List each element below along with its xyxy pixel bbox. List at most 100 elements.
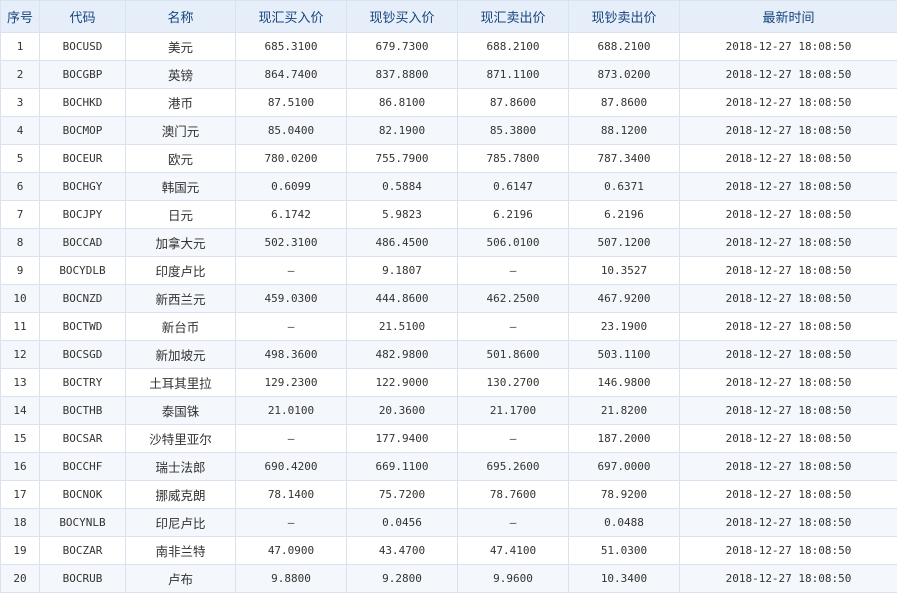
cell-spot-buy: 47.0900 xyxy=(236,537,347,565)
cell-code: BOCZAR xyxy=(40,537,126,565)
table-row[interactable]: 7BOCJPY日元6.17425.98236.21966.21962018-12… xyxy=(1,201,897,229)
cell-time: 2018-12-27 18:08:50 xyxy=(680,117,897,145)
table-row[interactable]: 17BOCNOK挪威克朗78.140075.720078.760078.9200… xyxy=(1,481,897,509)
cell-spot-sell: 871.1100 xyxy=(458,61,569,89)
cell-spot-buy: 9.8800 xyxy=(236,565,347,593)
table-row[interactable]: 18BOCYNLB印尼卢比–0.0456–0.04882018-12-27 18… xyxy=(1,509,897,537)
cell-name: 印度卢比 xyxy=(126,257,236,285)
cell-cash-buy: 9.1807 xyxy=(347,257,458,285)
table-row[interactable]: 5BOCEUR欧元780.0200755.7900785.7800787.340… xyxy=(1,145,897,173)
cell-code: BOCJPY xyxy=(40,201,126,229)
table-row[interactable]: 9BOCYDLB印度卢比–9.1807–10.35272018-12-27 18… xyxy=(1,257,897,285)
col-header-cash-buy[interactable]: 现钞买入价 xyxy=(347,1,458,33)
table-row[interactable]: 14BOCTHB泰国铢21.010020.360021.170021.82002… xyxy=(1,397,897,425)
cell-cash-sell: 0.6371 xyxy=(569,173,680,201)
cell-name: 土耳其里拉 xyxy=(126,369,236,397)
cell-no: 16 xyxy=(1,453,40,481)
cell-time: 2018-12-27 18:08:50 xyxy=(680,173,897,201)
cell-code: BOCTRY xyxy=(40,369,126,397)
table-row[interactable]: 3BOCHKD港币87.510086.810087.860087.8600201… xyxy=(1,89,897,117)
table-row[interactable]: 11BOCTWD新台币–21.5100–23.19002018-12-27 18… xyxy=(1,313,897,341)
cell-cash-sell: 503.1100 xyxy=(569,341,680,369)
cell-time: 2018-12-27 18:08:50 xyxy=(680,61,897,89)
cell-cash-sell: 10.3527 xyxy=(569,257,680,285)
cell-code: BOCCAD xyxy=(40,229,126,257)
cell-name: 瑞士法郎 xyxy=(126,453,236,481)
cell-no: 13 xyxy=(1,369,40,397)
cell-no: 8 xyxy=(1,229,40,257)
table-row[interactable]: 12BOCSGD新加坡元498.3600482.9800501.8600503.… xyxy=(1,341,897,369)
cell-time: 2018-12-27 18:08:50 xyxy=(680,509,897,537)
table-row[interactable]: 20BOCRUB卢布9.88009.28009.960010.34002018-… xyxy=(1,565,897,593)
cell-cash-buy: 43.4700 xyxy=(347,537,458,565)
cell-spot-sell: 130.2700 xyxy=(458,369,569,397)
table-row[interactable]: 6BOCHGY韩国元0.60990.58840.61470.63712018-1… xyxy=(1,173,897,201)
cell-spot-sell: 695.2600 xyxy=(458,453,569,481)
col-header-cash-sell[interactable]: 现钞卖出价 xyxy=(569,1,680,33)
cell-time: 2018-12-27 18:08:50 xyxy=(680,397,897,425)
cell-name: 日元 xyxy=(126,201,236,229)
cell-code: BOCEUR xyxy=(40,145,126,173)
col-header-no[interactable]: 序号 xyxy=(1,1,40,33)
cell-no: 2 xyxy=(1,61,40,89)
cell-spot-sell: 506.0100 xyxy=(458,229,569,257)
col-header-name[interactable]: 名称 xyxy=(126,1,236,33)
table-row[interactable]: 8BOCCAD加拿大元502.3100486.4500506.0100507.1… xyxy=(1,229,897,257)
cell-name: 新加坡元 xyxy=(126,341,236,369)
cell-spot-buy: 502.3100 xyxy=(236,229,347,257)
col-header-time[interactable]: 最新时间 xyxy=(680,1,897,33)
cell-cash-buy: 20.3600 xyxy=(347,397,458,425)
cell-code: BOCYNLB xyxy=(40,509,126,537)
table-row[interactable]: 4BOCMOP澳门元85.040082.190085.380088.120020… xyxy=(1,117,897,145)
cell-cash-sell: 688.2100 xyxy=(569,33,680,61)
table-row[interactable]: 16BOCCHF瑞士法郎690.4200669.1100695.2600697.… xyxy=(1,453,897,481)
cell-spot-sell: – xyxy=(458,509,569,537)
cell-name: 英镑 xyxy=(126,61,236,89)
col-header-spot-buy[interactable]: 现汇买入价 xyxy=(236,1,347,33)
cell-name: 南非兰特 xyxy=(126,537,236,565)
cell-name: 美元 xyxy=(126,33,236,61)
table-body: 1BOCUSD美元685.3100679.7300688.2100688.210… xyxy=(1,33,897,593)
table-row[interactable]: 2BOCGBP英镑864.7400837.8800871.1100873.020… xyxy=(1,61,897,89)
cell-cash-buy: 122.9000 xyxy=(347,369,458,397)
cell-cash-sell: 87.8600 xyxy=(569,89,680,117)
cell-code: BOCCHF xyxy=(40,453,126,481)
cell-no: 5 xyxy=(1,145,40,173)
cell-no: 11 xyxy=(1,313,40,341)
cell-cash-sell: 873.0200 xyxy=(569,61,680,89)
cell-cash-sell: 21.8200 xyxy=(569,397,680,425)
cell-spot-buy: 498.3600 xyxy=(236,341,347,369)
cell-code: BOCSGD xyxy=(40,341,126,369)
cell-spot-sell: – xyxy=(458,425,569,453)
cell-no: 3 xyxy=(1,89,40,117)
col-header-spot-sell[interactable]: 现汇卖出价 xyxy=(458,1,569,33)
table-row[interactable]: 10BOCNZD新西兰元459.0300444.8600462.2500467.… xyxy=(1,285,897,313)
cell-cash-sell: 78.9200 xyxy=(569,481,680,509)
col-header-code[interactable]: 代码 xyxy=(40,1,126,33)
cell-spot-buy: 459.0300 xyxy=(236,285,347,313)
cell-spot-sell: 462.2500 xyxy=(458,285,569,313)
table-row[interactable]: 13BOCTRY土耳其里拉129.2300122.9000130.2700146… xyxy=(1,369,897,397)
table-row[interactable]: 19BOCZAR南非兰特47.090043.470047.410051.0300… xyxy=(1,537,897,565)
cell-name: 韩国元 xyxy=(126,173,236,201)
table-row[interactable]: 15BOCSAR沙特里亚尔–177.9400–187.20002018-12-2… xyxy=(1,425,897,453)
cell-no: 7 xyxy=(1,201,40,229)
cell-cash-sell: 787.3400 xyxy=(569,145,680,173)
cell-spot-sell: – xyxy=(458,313,569,341)
cell-code: BOCHGY xyxy=(40,173,126,201)
cell-cash-sell: 6.2196 xyxy=(569,201,680,229)
cell-no: 12 xyxy=(1,341,40,369)
cell-cash-buy: 679.7300 xyxy=(347,33,458,61)
table-header-row: 序号 代码 名称 现汇买入价 现钞买入价 现汇卖出价 现钞卖出价 最新时间 xyxy=(1,1,897,33)
cell-code: BOCGBP xyxy=(40,61,126,89)
cell-cash-sell: 23.1900 xyxy=(569,313,680,341)
cell-name: 欧元 xyxy=(126,145,236,173)
cell-spot-sell: 688.2100 xyxy=(458,33,569,61)
cell-code: BOCHKD xyxy=(40,89,126,117)
table-row[interactable]: 1BOCUSD美元685.3100679.7300688.2100688.210… xyxy=(1,33,897,61)
cell-cash-sell: 51.0300 xyxy=(569,537,680,565)
cell-time: 2018-12-27 18:08:50 xyxy=(680,229,897,257)
cell-time: 2018-12-27 18:08:50 xyxy=(680,481,897,509)
cell-no: 20 xyxy=(1,565,40,593)
cell-spot-buy: 21.0100 xyxy=(236,397,347,425)
